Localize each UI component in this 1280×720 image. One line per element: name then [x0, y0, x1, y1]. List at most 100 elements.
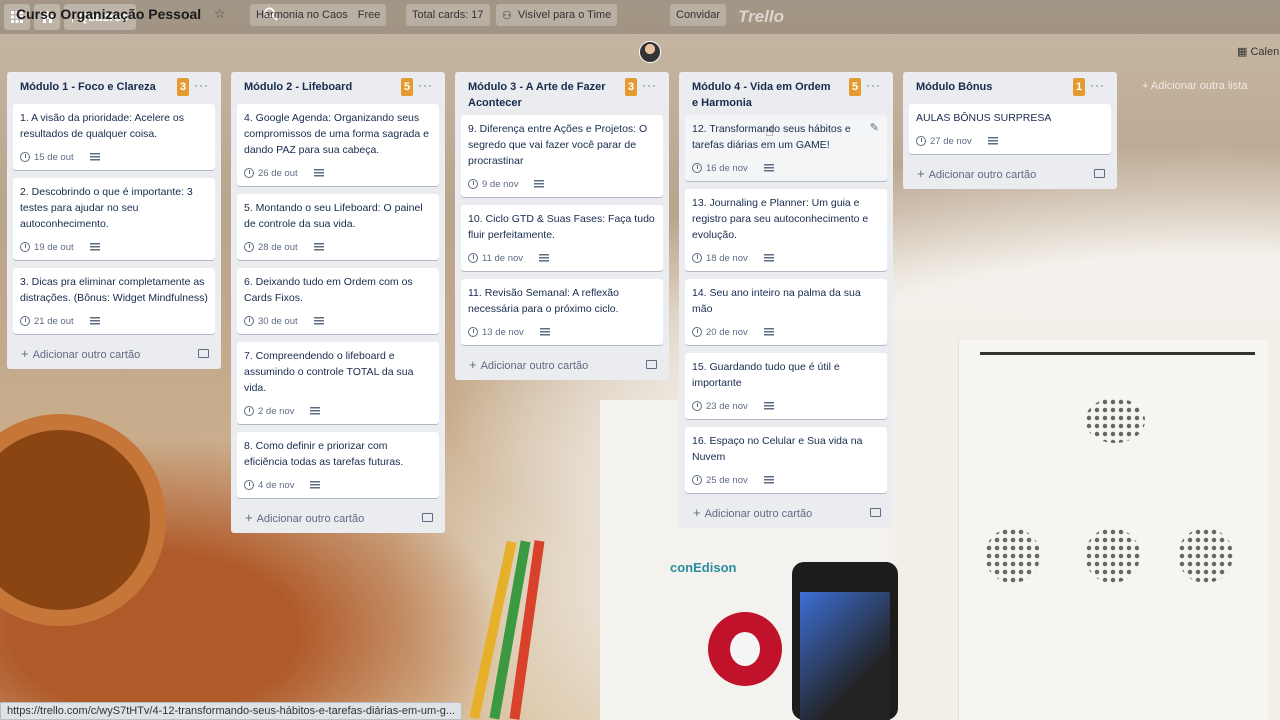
- background-conedison-text: conEdison: [670, 560, 737, 575]
- description-icon: [89, 153, 100, 161]
- card[interactable]: 4. Google Agenda: Organizando seus compr…: [237, 104, 439, 186]
- due-date-badge: 20 de nov: [692, 327, 748, 338]
- due-date-badge: 25 de nov: [692, 475, 748, 486]
- card[interactable]: 14. Seu ano inteiro na palma da sua mão …: [685, 279, 887, 345]
- clock-icon: [20, 152, 30, 162]
- card-title: 11. Revisão Semanal: A reflexão necessár…: [468, 287, 619, 315]
- list-title[interactable]: Módulo 4 - Vida em Ordem e Harmonia: [692, 79, 837, 111]
- due-date-text: 4 de nov: [258, 479, 295, 491]
- team-button[interactable]: Harmonia no Caos Free: [250, 4, 387, 26]
- list-menu-button[interactable]: ···: [1090, 78, 1105, 92]
- add-card-button[interactable]: + Adicionar outro cartão: [237, 506, 439, 525]
- card-template-icon[interactable]: [198, 349, 209, 358]
- card-title: 5. Montando o seu Lifeboard: O painel de…: [244, 202, 423, 230]
- add-card-button[interactable]: + Adicionar outro cartão: [13, 342, 215, 361]
- plus-icon: +: [1142, 80, 1151, 92]
- card[interactable]: 12. Transformando seus hábitos e tarefas…: [685, 115, 887, 181]
- pencil-icon[interactable]: ✎: [870, 121, 879, 134]
- trello-logo-text: Trello: [738, 7, 784, 26]
- card-template-icon[interactable]: [870, 508, 881, 517]
- list-header[interactable]: Módulo Bônus 1 ···: [909, 72, 1111, 104]
- card[interactable]: 15. Guardando tudo que é útil e importan…: [685, 353, 887, 419]
- total-cards-text: Total cards: 17: [412, 9, 484, 21]
- list-header[interactable]: Módulo 2 - Lifeboard 5 ···: [237, 72, 439, 104]
- card[interactable]: 7. Compreendendo o lifeboard e assumindo…: [237, 342, 439, 424]
- description-icon: [539, 328, 550, 336]
- invite-button[interactable]: Convidar: [670, 4, 727, 26]
- list-title[interactable]: Módulo 1 - Foco e Clareza: [20, 79, 165, 95]
- list-header[interactable]: Módulo 1 - Foco e Clareza 3 ···: [13, 72, 215, 104]
- visibility-button[interactable]: ⚇ Visível para o Time: [496, 4, 618, 26]
- due-date-text: 30 de out: [258, 315, 298, 327]
- due-date-badge: 16 de nov: [692, 163, 748, 174]
- star-icon[interactable]: ☆: [214, 6, 226, 22]
- card-count-badge: 5: [849, 78, 861, 96]
- add-card-button[interactable]: + Adicionar outro cartão: [909, 162, 1111, 181]
- board-title[interactable]: Curso Organização Pessoal: [16, 6, 201, 22]
- card-title: AULAS BÔNUS SURPRESA: [916, 112, 1052, 124]
- list-header[interactable]: Módulo 4 - Vida em Ordem e Harmonia 5 ··…: [685, 72, 887, 115]
- card[interactable]: 6. Deixando tudo em Ordem com os Cards F…: [237, 268, 439, 334]
- card[interactable]: AULAS BÔNUS SURPRESA 27 de nov: [909, 104, 1111, 154]
- card-title: 10. Ciclo GTD & Suas Fases: Faça tudo fl…: [468, 213, 655, 241]
- card[interactable]: 5. Montando o seu Lifeboard: O painel de…: [237, 194, 439, 260]
- list-title[interactable]: Módulo 3 - A Arte de Fazer Acontecer: [468, 79, 613, 111]
- clock-icon: [20, 316, 30, 326]
- description-icon: [313, 169, 324, 177]
- due-date-text: 21 de out: [34, 315, 74, 327]
- card-title: 16. Espaço no Celular e Sua vida na Nuve…: [692, 435, 863, 463]
- member-avatar[interactable]: [639, 41, 661, 63]
- list-menu-button[interactable]: ···: [418, 78, 433, 92]
- list-modulo-4: Módulo 4 - Vida em Ordem e Harmonia 5 ··…: [679, 72, 893, 528]
- background-dots: [1085, 528, 1140, 583]
- add-list-button[interactable]: + Adicionar outra lista: [1142, 80, 1247, 92]
- add-card-button[interactable]: + Adicionar outro cartão: [461, 353, 663, 372]
- due-date-text: 11 de nov: [482, 252, 524, 264]
- card[interactable]: 3. Dicas pra eliminar completamente as d…: [13, 268, 215, 334]
- card[interactable]: 1. A visão da prioridade: Acelere os res…: [13, 104, 215, 170]
- list-menu-button[interactable]: ···: [642, 78, 657, 92]
- card[interactable]: 9. Diferença entre Ações e Projetos: O s…: [461, 115, 663, 197]
- clock-icon: [244, 242, 254, 252]
- browser-status-bar: https://trello.com/c/wyS7tHTv/4-12-trans…: [0, 702, 463, 720]
- card[interactable]: 13. Journaling e Planner: Um guia e regi…: [685, 189, 887, 271]
- description-icon: [89, 243, 100, 251]
- invite-label: Convidar: [676, 9, 721, 21]
- add-card-label: Adicionar outro cartão: [480, 360, 589, 372]
- card[interactable]: 8. Como definir e priorizar com eficiênc…: [237, 432, 439, 498]
- clock-icon: [20, 242, 30, 252]
- card[interactable]: 16. Espaço no Celular e Sua vida na Nuve…: [685, 427, 887, 493]
- due-date-badge: 19 de out: [20, 242, 74, 253]
- list-menu-button[interactable]: ···: [194, 78, 209, 92]
- description-icon: [763, 164, 774, 172]
- card-title: 14. Seu ano inteiro na palma da sua mão: [692, 287, 861, 315]
- description-icon: [310, 407, 321, 415]
- calendar-label: Calen: [1250, 46, 1280, 58]
- plus-icon: +: [21, 346, 29, 361]
- due-date-text: 13 de nov: [482, 326, 524, 338]
- due-date-text: 16 de nov: [706, 162, 748, 174]
- total-cards-badge: Total cards: 17: [406, 4, 490, 26]
- card-template-icon[interactable]: [422, 513, 433, 522]
- list-modulo-bonus: Módulo Bônus 1 ··· AULAS BÔNUS SURPRESA …: [903, 72, 1117, 189]
- description-icon: [313, 317, 324, 325]
- calendar-button[interactable]: ▦ Calen: [1237, 45, 1279, 58]
- clock-icon: [692, 163, 702, 173]
- clock-icon: [244, 316, 254, 326]
- list-title[interactable]: Módulo Bônus: [916, 79, 1061, 95]
- due-date-badge: 26 de out: [244, 168, 298, 179]
- list-header[interactable]: Módulo 3 - A Arte de Fazer Acontecer 3 ·…: [461, 72, 663, 115]
- card[interactable]: 11. Revisão Semanal: A reflexão necessár…: [461, 279, 663, 345]
- card-title: 2. Descobrindo o que é importante: 3 tes…: [20, 186, 193, 230]
- card-template-icon[interactable]: [646, 360, 657, 369]
- card[interactable]: 10. Ciclo GTD & Suas Fases: Faça tudo fl…: [461, 205, 663, 271]
- card-template-icon[interactable]: [1094, 169, 1105, 178]
- due-date-text: 27 de nov: [930, 135, 972, 147]
- add-card-label: Adicionar outro cartão: [32, 349, 141, 361]
- clock-icon: [692, 253, 702, 263]
- list-title[interactable]: Módulo 2 - Lifeboard: [244, 79, 389, 95]
- list-menu-button[interactable]: ···: [866, 78, 881, 92]
- card[interactable]: 2. Descobrindo o que é importante: 3 tes…: [13, 178, 215, 260]
- add-card-button[interactable]: + Adicionar outro cartão: [685, 501, 887, 520]
- trello-logo[interactable]: Trello: [738, 7, 784, 27]
